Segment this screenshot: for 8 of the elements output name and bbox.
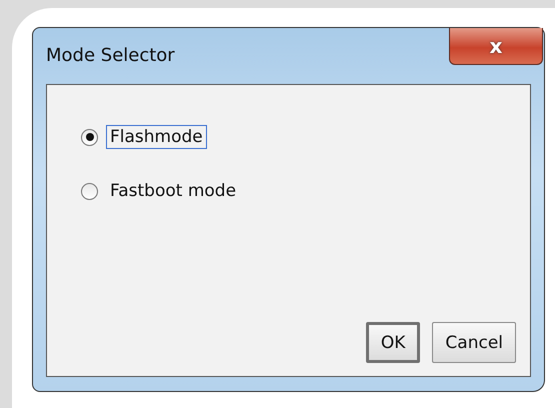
cancel-button[interactable]: Cancel [432, 322, 516, 363]
close-button[interactable]: x [449, 28, 543, 65]
radio-label[interactable]: Fastboot mode [106, 179, 240, 203]
ok-button[interactable]: OK [366, 322, 420, 363]
radio-button[interactable] [81, 128, 98, 146]
radio-label[interactable]: Flashmode [106, 125, 207, 149]
window-title: Mode Selector [46, 45, 175, 66]
radio-button[interactable] [81, 182, 98, 200]
